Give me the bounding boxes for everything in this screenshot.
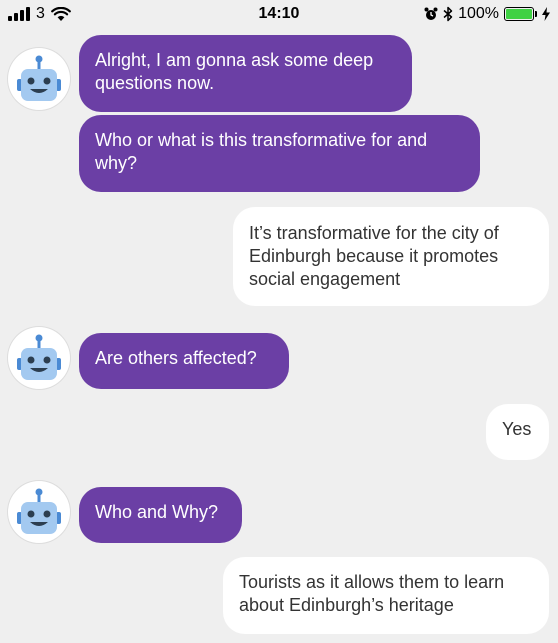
bot-avatar bbox=[8, 327, 70, 389]
message-text: Are others affected? bbox=[95, 348, 257, 368]
alarm-icon bbox=[424, 7, 438, 20]
robot-icon bbox=[17, 488, 61, 534]
user-message-bubble: It’s transformative for the city of Edin… bbox=[233, 207, 549, 306]
battery-icon bbox=[504, 7, 534, 21]
charging-icon bbox=[542, 7, 550, 21]
bot-message-bubble: Who and Why? bbox=[79, 487, 242, 543]
message-text: Tourists as it allows them to learn abou… bbox=[239, 572, 505, 615]
robot-icon bbox=[17, 334, 61, 380]
bot-avatar bbox=[8, 48, 70, 110]
battery-fill bbox=[506, 9, 532, 19]
status-right: 100% bbox=[424, 5, 550, 23]
status-bar: 3 14:10 100% bbox=[0, 0, 558, 30]
robot-icon bbox=[17, 55, 61, 101]
bot-message-bubble: Are others affected? bbox=[79, 333, 289, 389]
user-message-bubble: Yes bbox=[486, 404, 549, 460]
bluetooth-icon bbox=[443, 6, 453, 22]
bot-message-bubble: Alright, I am gonna ask some deep questi… bbox=[79, 35, 412, 112]
battery-tip bbox=[535, 11, 537, 17]
battery-percent: 100% bbox=[458, 5, 499, 22]
user-message-bubble: Tourists as it allows them to learn abou… bbox=[223, 557, 549, 634]
message-text: Alright, I am gonna ask some deep questi… bbox=[95, 50, 374, 93]
message-text: It’s transformative for the city of Edin… bbox=[249, 223, 499, 289]
message-text: Who and Why? bbox=[95, 502, 219, 522]
bot-avatar bbox=[8, 481, 70, 543]
message-text: Who or what is this transformative for a… bbox=[95, 130, 428, 173]
bot-message-bubble: Who or what is this transformative for a… bbox=[79, 115, 480, 192]
message-text: Yes bbox=[502, 419, 532, 439]
